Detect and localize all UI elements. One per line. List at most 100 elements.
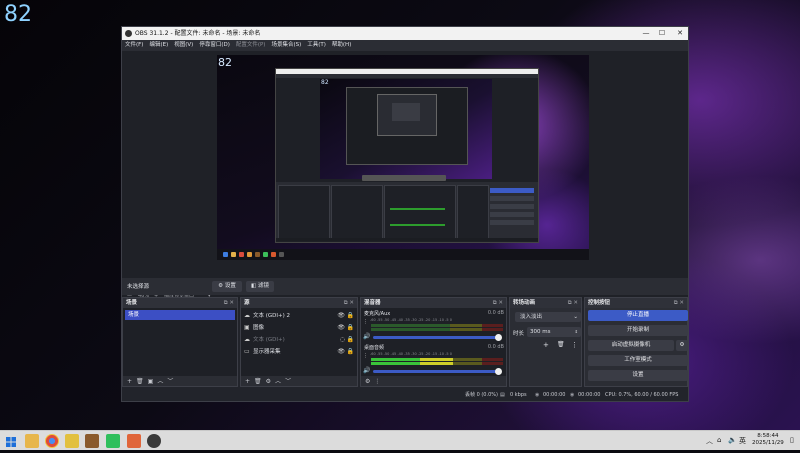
add-transition-button[interactable]: + xyxy=(543,341,549,349)
canvas-chrome-icon xyxy=(239,252,244,257)
scenes-list: 场景 xyxy=(123,308,237,376)
lock-icon[interactable]: 🔒 xyxy=(347,334,354,346)
studio-mode-button[interactable]: 工作室模式 xyxy=(588,355,688,366)
menu-profile[interactable]: 配置文件(P) xyxy=(233,40,269,51)
menu-help[interactable]: 帮助(H) xyxy=(329,40,354,51)
remove-source-button[interactable]: 🗑 xyxy=(254,376,262,387)
source-row-text-gdi[interactable]: ☁ 文本 (GDI+) ◌ 🔒 xyxy=(241,334,357,346)
nested-button-4 xyxy=(490,212,534,217)
sources-dock: 源 ⧉ ✕ ☁ 文本 (GDI+) 2 👁 🔒 ▣ 图像 👁 🔒 ☁ 文本 (GD… xyxy=(240,297,358,387)
move-scene-up-button[interactable]: ︿ xyxy=(157,376,163,387)
nested-clock-text: 82 xyxy=(321,79,329,86)
source-settings-button[interactable]: ⚙ 设置 xyxy=(212,281,242,292)
tray-chevron-icon[interactable]: ︿ xyxy=(706,436,713,446)
chevron-down-icon: ⌄ xyxy=(573,314,578,320)
input-language-indicator[interactable]: 英 xyxy=(739,436,746,446)
image-icon: ▣ xyxy=(244,324,250,331)
spin-icon[interactable]: ⇕ xyxy=(575,327,578,337)
menu-file[interactable]: 文件(F) xyxy=(122,40,146,51)
visibility-eye-icon[interactable]: 👁 xyxy=(337,346,345,358)
duration-value: 300 ms xyxy=(530,329,551,335)
mixer-channels: 麦克风/Aux 0.0 dB ⋮ -60 -55 -50 -45 -40 -35… xyxy=(361,308,506,376)
move-source-up-button[interactable]: ︿ xyxy=(275,376,281,387)
channel-menu-icon[interactable]: ⋮ xyxy=(363,353,368,359)
menu-edit[interactable]: 编辑(E) xyxy=(146,40,171,51)
start-recording-button[interactable]: 开始录制 xyxy=(588,325,688,336)
source-row-display-capture[interactable]: ▭ 显示器采集 👁 🔒 xyxy=(241,346,357,358)
add-source-button[interactable]: + xyxy=(245,376,250,387)
transition-type-select[interactable]: 淡入淡出 ⌄ xyxy=(515,312,581,322)
controls-dock: 控制按钮 ⧉ ✕ 停止直播 开始录制 启动虚拟摄像机 ⚙ 工作室模式 设置 xyxy=(584,297,688,387)
move-scene-down-button[interactable]: ﹀ xyxy=(167,376,173,387)
menu-scene-collection[interactable]: 场景集合(S) xyxy=(268,40,304,51)
settings-button[interactable]: 设置 xyxy=(588,370,688,381)
transition-menu-button[interactable]: ⋮ xyxy=(571,341,578,349)
volume-slider[interactable] xyxy=(373,334,502,341)
chrome-icon[interactable] xyxy=(45,434,59,448)
volume-slider-knob[interactable] xyxy=(495,368,502,375)
scene-filters-button[interactable]: ▣ xyxy=(148,376,154,387)
add-scene-button[interactable]: + xyxy=(127,376,132,387)
nested-sources-dock xyxy=(331,185,383,239)
preview-area: 82 82 — 46% + 缩放预览窗口 ▾ xyxy=(122,51,688,301)
file-explorer-icon[interactable] xyxy=(25,434,39,448)
app3-icon[interactable] xyxy=(127,434,141,448)
mixer-settings-button[interactable]: ⚙ xyxy=(365,376,370,387)
scene-item[interactable]: 场景 xyxy=(125,310,235,320)
visibility-hidden-icon[interactable]: ◌ xyxy=(340,334,345,346)
remove-transition-button[interactable]: 🗑 xyxy=(557,341,565,348)
source-properties-button[interactable]: ⚙ xyxy=(266,376,271,387)
visibility-eye-icon[interactable]: 👁 xyxy=(337,322,345,334)
close-button[interactable]: ✕ xyxy=(672,27,688,40)
dock-header-icons[interactable]: ⧉ ✕ xyxy=(568,298,578,308)
visibility-eye-icon[interactable]: 👁 xyxy=(337,310,345,322)
move-source-down-button[interactable]: ﹀ xyxy=(285,376,291,387)
duration-input[interactable]: 300 ms ⇕ xyxy=(527,327,581,337)
menu-tools[interactable]: 工具(T) xyxy=(304,40,329,51)
sources-dock-footer: + 🗑 ⚙ ︿ ﹀ xyxy=(241,376,357,387)
app2-icon[interactable] xyxy=(85,434,99,448)
virtual-camera-settings-gear-icon[interactable]: ⚙ xyxy=(676,340,688,351)
lock-icon[interactable]: 🔒 xyxy=(347,322,354,334)
mixer-menu-button[interactable]: ⋮ xyxy=(374,376,380,387)
desktop-clock-widget: 82 xyxy=(4,2,32,27)
canvas-start-icon xyxy=(223,252,228,257)
volume-tray-icon[interactable]: 🔈 xyxy=(728,436,737,444)
windows-start-icon[interactable] xyxy=(4,434,18,448)
lock-icon[interactable]: 🔒 xyxy=(347,346,354,358)
volume-slider-knob[interactable] xyxy=(495,334,502,341)
dock-header-icons[interactable]: ⧉ ✕ xyxy=(674,298,684,308)
maximize-button[interactable]: ☐ xyxy=(654,27,670,40)
remove-scene-button[interactable]: 🗑 xyxy=(136,376,144,387)
speaker-icon[interactable]: 🔊 xyxy=(363,367,370,374)
menu-docks[interactable]: 停靠窗口(D) xyxy=(196,40,233,51)
source-row-text-gdi-2[interactable]: ☁ 文本 (GDI+) 2 👁 🔒 xyxy=(241,310,357,322)
source-filters-button[interactable]: ◧ 滤镜 xyxy=(246,281,274,292)
channel-menu-icon[interactable]: ⋮ xyxy=(363,319,368,325)
record-time-text: 00:00:00 xyxy=(578,392,601,398)
dock-header-icons[interactable]: ⧉ ✕ xyxy=(493,298,503,308)
menu-view[interactable]: 视图(V) xyxy=(171,40,196,51)
sources-dock-title: 源 xyxy=(244,300,250,306)
start-virtual-camera-button[interactable]: 启动虚拟摄像机 xyxy=(588,340,674,351)
obs-taskbar-icon[interactable] xyxy=(147,434,161,448)
dock-header-icons[interactable]: ⧉ ✕ xyxy=(344,298,354,308)
stop-streaming-button[interactable]: 停止直播 xyxy=(588,310,688,321)
taskbar-clock[interactable]: 8:58:44 2025/11/29 xyxy=(752,433,784,447)
preview-canvas[interactable]: 82 82 xyxy=(217,55,589,260)
app-icon[interactable] xyxy=(65,434,79,448)
scene-transitions-dock: 转场动画 ⧉ ✕ 淡入淡出 ⌄ 时长 300 ms ⇕ + 🗑 ⋮ xyxy=(509,297,582,387)
audio-mixer-dock: 混音器 ⧉ ✕ 麦克风/Aux 0.0 dB ⋮ -60 -55 -50 -45 … xyxy=(360,297,507,387)
nested-status-bar xyxy=(276,238,538,241)
minimize-button[interactable]: — xyxy=(638,27,654,40)
source-row-image[interactable]: ▣ 图像 👁 🔒 xyxy=(241,322,357,334)
volume-slider[interactable] xyxy=(373,368,502,375)
speaker-icon[interactable]: 🔊 xyxy=(363,333,370,340)
notification-icon[interactable]: ▯ xyxy=(790,436,794,444)
lock-icon[interactable]: 🔒 xyxy=(347,310,354,322)
wechat-icon[interactable] xyxy=(106,434,120,448)
scenes-dock-title: 场景 xyxy=(126,300,138,306)
nested-search-box xyxy=(362,175,446,181)
network-tray-icon[interactable]: ⌂ xyxy=(717,436,721,444)
dock-header-icons[interactable]: ⧉ ✕ xyxy=(224,298,234,308)
